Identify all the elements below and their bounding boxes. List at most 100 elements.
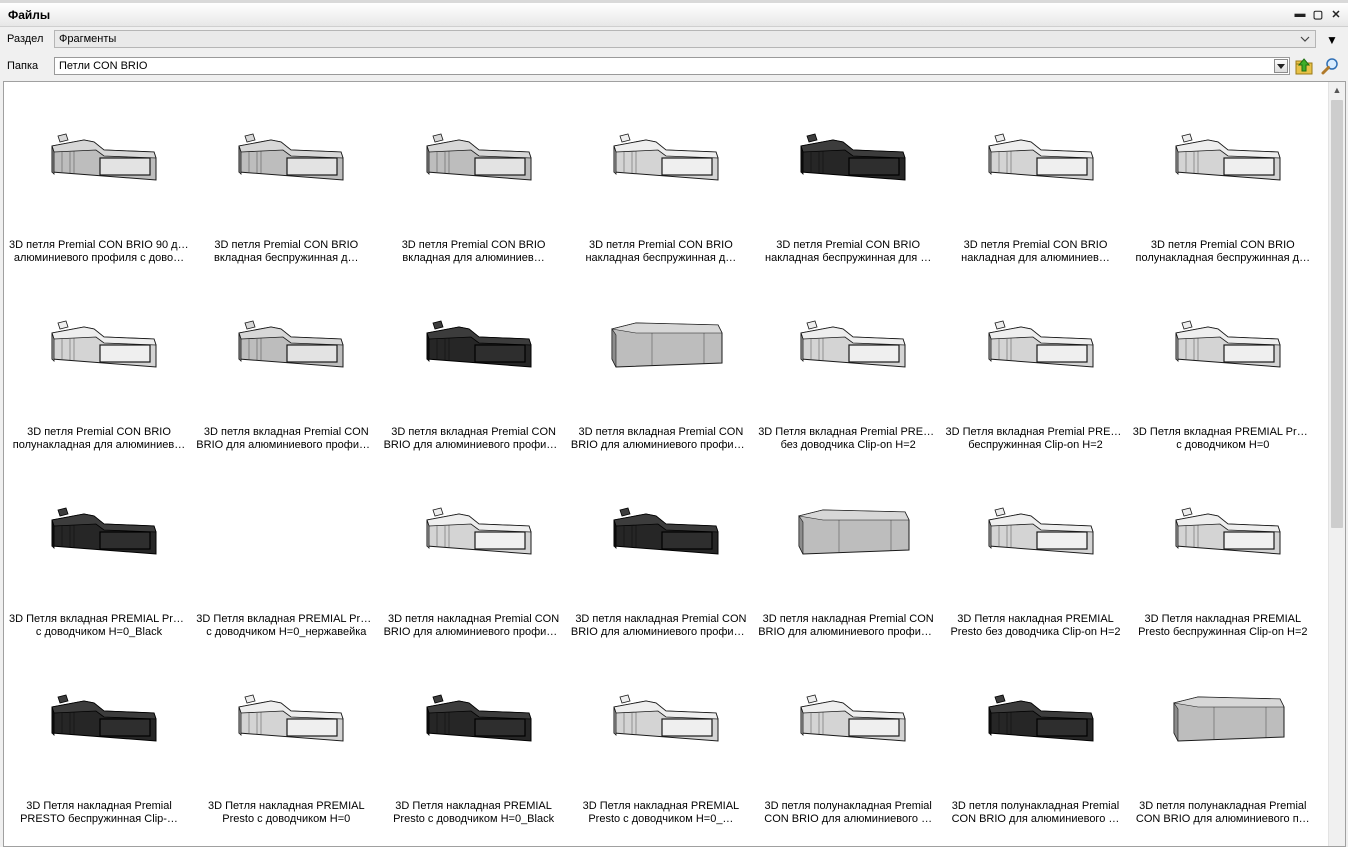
restore-button[interactable]: ▢: [1310, 6, 1326, 22]
file-item[interactable]: 3D петля накладная Premial CON BRIO для а…: [384, 462, 564, 649]
file-thumbnail: [44, 502, 164, 562]
close-button[interactable]: ✕: [1328, 6, 1344, 22]
file-item[interactable]: 3D Петля вкладная PREMIAL Presto с доводч…: [196, 462, 376, 649]
file-thumbnail: [606, 315, 726, 375]
window-buttons: ▬ ▢ ✕: [1292, 6, 1344, 22]
folder-row: Папка Петли CON BRIO: [0, 54, 1348, 80]
search-button[interactable]: [1319, 55, 1341, 77]
file-label-line2: BRIO для алюминиевого профил…: [758, 626, 939, 638]
file-item[interactable]: 3D петля полунакладная Premial CON BRIO д…: [758, 649, 938, 836]
folder-select[interactable]: Петли CON BRIO: [54, 57, 1290, 75]
file-label-line1: 3D петля накладная Premial CON: [762, 613, 934, 625]
panel-title: Файлы: [8, 8, 51, 22]
scroll-up-icon[interactable]: ▲: [1332, 85, 1342, 95]
file-label-line1: 3D петля полунакладная Premial: [1139, 800, 1307, 812]
file-item[interactable]: 3D петля Premial CON BRIO накладная беспр…: [758, 88, 938, 275]
file-label-line1: 3D петля полунакладная Premial: [951, 800, 1120, 812]
file-label-line1: 3D Петля вкладная Premial PRESTO: [758, 426, 939, 438]
folder-value: Петли CON BRIO: [59, 60, 148, 72]
file-item[interactable]: 3D Петля накладная PREMIAL Presto с довод…: [196, 649, 376, 836]
file-label: 3D петля Premial CON BRIO 90 для алюминие…: [9, 239, 189, 265]
file-label: 3D Петля накладная Premial PRESTO беспруж…: [9, 800, 189, 826]
file-thumbnail: [44, 689, 164, 749]
file-label-line2: CON BRIO для алюминиевого …: [764, 813, 933, 825]
file-label-line1: 3D петля Premial CON BRIO: [214, 239, 359, 251]
file-item[interactable]: 3D петля Premial CON BRIO полунакладная д…: [9, 275, 189, 462]
file-item[interactable]: 3D Петля накладная PREMIAL Presto беспруж…: [1133, 462, 1313, 649]
file-item[interactable]: 3D петля полунакладная Premial CON BRIO д…: [946, 649, 1126, 836]
file-label: 3D Петля накладная PREMIAL Presto с довод…: [571, 800, 751, 826]
file-thumbnail: [606, 128, 726, 188]
dropdown-arrow-icon[interactable]: [1274, 59, 1288, 73]
file-thumbnail: [231, 502, 351, 562]
file-label-line1: 3D петля вкладная Premial CON: [391, 426, 556, 438]
file-label-line1: 3D Петля накладная PREMIAL: [582, 800, 740, 812]
file-item[interactable]: 3D петля вкладная Premial CON BRIO для ал…: [196, 275, 376, 462]
file-label: 3D Петля вкладная Premial PRESTO беспружи…: [946, 426, 1126, 452]
file-item[interactable]: 3D петля Premial CON BRIO накладная для а…: [946, 88, 1126, 275]
file-label-line1: 3D Петля вкладная Premial PRESTO: [945, 426, 1126, 438]
file-label-line1: 3D петля вкладная Premial CON: [203, 426, 369, 438]
folder-up-button[interactable]: [1293, 55, 1315, 77]
file-label: 3D Петля накладная PREMIAL Presto беспруж…: [1133, 613, 1313, 639]
file-thumbnail: [793, 502, 913, 562]
file-item[interactable]: 3D петля накладная Premial CON BRIO для а…: [571, 462, 751, 649]
file-item[interactable]: 3D Петля накладная PREMIAL Presto с довод…: [571, 649, 751, 836]
file-thumbnail: [606, 502, 726, 562]
file-label: 3D петля накладная Premial CON BRIO для а…: [384, 613, 564, 639]
file-thumbnail: [231, 689, 351, 749]
file-label: 3D петля полунакладная Premial CON BRIO д…: [1133, 800, 1313, 826]
file-label-line2: Presto с доводчиком H=0: [222, 813, 351, 825]
file-label-line2: CON BRIO для алюминиевого п…: [1135, 813, 1310, 825]
folder-label: Папка: [7, 60, 39, 72]
folder-up-icon: [1295, 58, 1313, 75]
file-item[interactable]: 3D Петля накладная PREMIAL Presto с довод…: [384, 649, 564, 836]
file-label-line2: BRIO для алюминиевого профил…: [570, 626, 751, 638]
minimize-button[interactable]: ▬: [1292, 6, 1308, 22]
file-item[interactable]: 3D петля вкладная Premial CON BRIO для ал…: [571, 275, 751, 462]
file-label: 3D Петля накладная PREMIAL Presto с довод…: [196, 800, 376, 826]
file-label-line2: Presto беспружинная Clip-on H=2: [1138, 626, 1308, 638]
file-thumbnail: [231, 128, 351, 188]
file-label-line1: 3D Петля накладная Premial: [26, 800, 172, 812]
file-label-line2: накладная для алюминиев…: [961, 252, 1110, 264]
file-item[interactable]: 3D петля накладная Premial CON BRIO для а…: [758, 462, 938, 649]
file-label: 3D петля накладная Premial CON BRIO для а…: [758, 613, 938, 639]
file-label-line2: алюминиевого профиля с дово…: [13, 252, 185, 264]
section-select[interactable]: Фрагменты: [54, 30, 1316, 48]
file-item[interactable]: 3D Петля вкладная Premial PRESTO беспружи…: [946, 275, 1126, 462]
vertical-scrollbar[interactable]: ▲: [1328, 82, 1345, 846]
file-label-line2: BRIO для алюминиевого профил…: [383, 626, 564, 638]
file-label-line2: полунакладная для алюминиев…: [12, 439, 186, 451]
file-item[interactable]: 3D Петля вкладная Premial PRESTO без дово…: [758, 275, 938, 462]
file-item[interactable]: 3D Петля накладная Premial PRESTO беспруж…: [9, 649, 189, 836]
file-label: 3D Петля вкладная PREMIAL Presto с доводч…: [196, 613, 376, 639]
files-grid: 3D петля Premial CON BRIO 90 для алюминие…: [3, 81, 1346, 847]
file-item[interactable]: 3D Петля накладная PREMIAL Presto без дов…: [946, 462, 1126, 649]
file-label-line2: с доводчиком H=0_Black: [35, 626, 163, 638]
file-thumbnail: [231, 315, 351, 375]
file-item[interactable]: 3D петля Premial CON BRIO вкладная беспру…: [196, 88, 376, 275]
file-thumbnail: [419, 128, 539, 188]
file-item[interactable]: 3D петля полунакладная Premial CON BRIO д…: [1133, 649, 1313, 836]
file-label: 3D петля накладная Premial CON BRIO для а…: [571, 613, 751, 639]
chevron-down-icon[interactable]: [1297, 31, 1313, 47]
file-thumbnail: [981, 502, 1101, 562]
file-item[interactable]: 3D петля Premial CON BRIO вкладная для ал…: [384, 88, 564, 275]
file-item[interactable]: 3D петля Premial CON BRIO 90 для алюминие…: [9, 88, 189, 275]
file-item[interactable]: 3D петля вкладная Premial CON BRIO для ал…: [384, 275, 564, 462]
file-item[interactable]: 3D петля Premial CON BRIO полунакладная б…: [1133, 88, 1313, 275]
file-item[interactable]: 3D петля Premial CON BRIO накладная беспр…: [571, 88, 751, 275]
file-label-line1: 3D Петля вкладная PREMIAL Presto: [9, 613, 189, 625]
file-label: 3D петля вкладная Premial CON BRIO для ал…: [196, 426, 376, 452]
file-item[interactable]: 3D Петля вкладная PREMIAL Presto с доводч…: [1133, 275, 1313, 462]
file-label-line1: 3D петля Premial CON BRIO: [776, 239, 921, 251]
scroll-thumb[interactable]: [1331, 100, 1343, 528]
file-label-line2: беспружинная Clip-on H=2: [968, 439, 1103, 451]
file-label-line1: 3D Петля накладная PREMIAL: [395, 800, 552, 812]
file-label: 3D петля полунакладная Premial CON BRIO д…: [946, 800, 1126, 826]
file-item[interactable]: 3D Петля вкладная PREMIAL Presto с доводч…: [9, 462, 189, 649]
panel-menu-arrow-icon[interactable]: ▼: [1324, 32, 1340, 48]
file-label-line2: PRESTO беспружинная Clip-…: [20, 813, 178, 825]
file-label-line1: 3D петля Premial CON BRIO: [963, 239, 1108, 251]
